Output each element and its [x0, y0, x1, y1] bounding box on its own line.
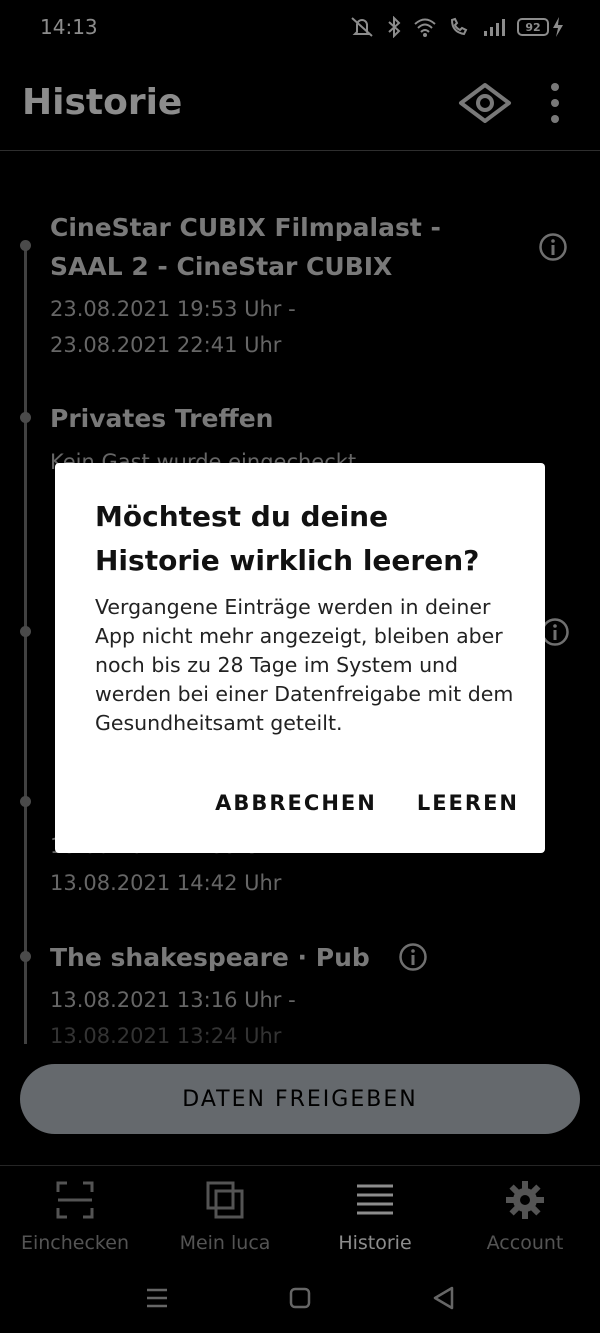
dialog-actions: ABBRECHEN LEEREN [215, 791, 519, 815]
clear-history-dialog: Möchtest du deine Historie wirklich leer… [55, 463, 545, 853]
dialog-message: Vergangene Einträge werden in deiner App… [95, 595, 514, 735]
cancel-button[interactable]: ABBRECHEN [215, 791, 377, 815]
dialog-title: Möchtest du deine Historie wirklich leer… [95, 495, 515, 583]
dialog-title-line: Historie wirklich leeren? [95, 544, 480, 577]
clear-button[interactable]: LEEREN [417, 791, 519, 815]
dialog-title-line: Möchtest du deine [95, 500, 389, 533]
